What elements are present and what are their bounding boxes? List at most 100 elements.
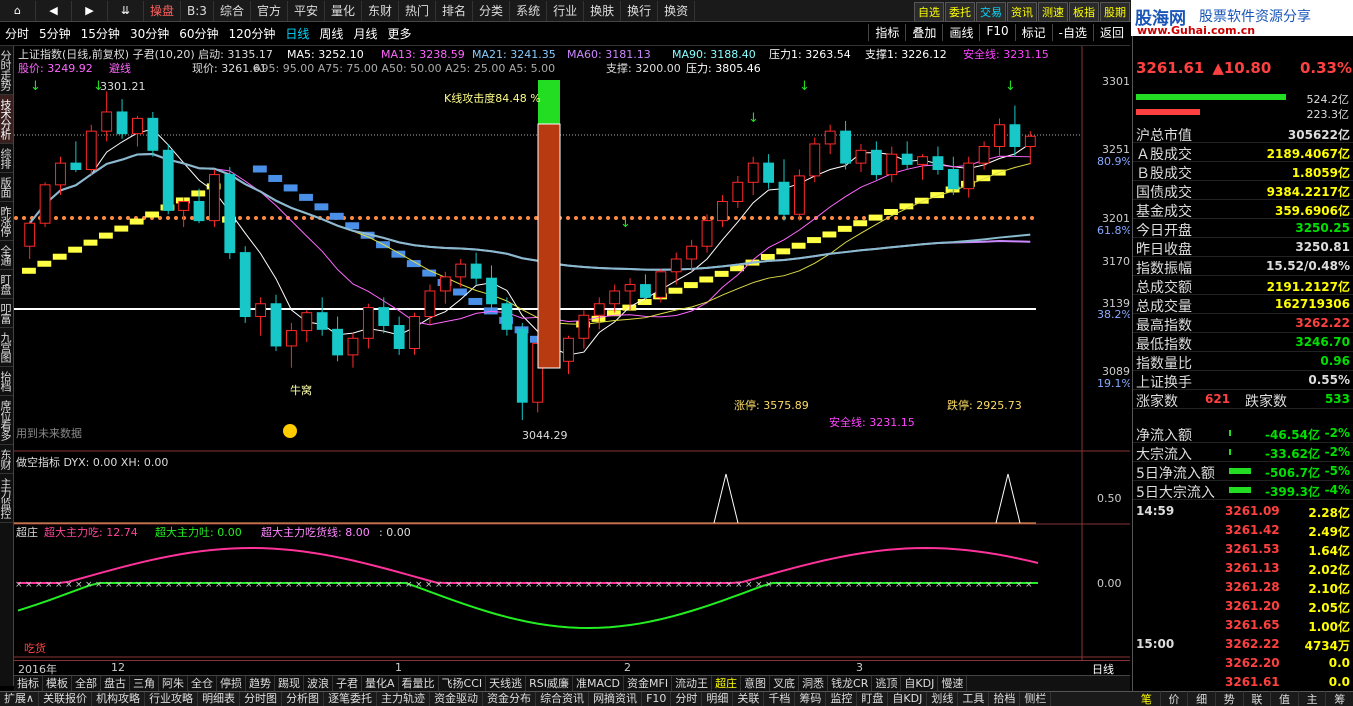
quote-panel-tab[interactable]: 笔 (1133, 691, 1161, 706)
indicator-tab[interactable]: 天线逃 (486, 676, 527, 691)
indicator-tab[interactable]: 全部 (72, 676, 101, 691)
period-more-button[interactable]: 更多 (382, 25, 416, 42)
bottom-bar-item[interactable]: 主力轨迹 (377, 692, 431, 706)
quote-panel-tab[interactable]: 主 (1299, 691, 1327, 706)
quote-panel-tab[interactable]: 细 (1188, 691, 1216, 706)
back-button[interactable]: ◀ (36, 0, 72, 21)
indicator-tab[interactable]: 波浪 (304, 676, 333, 691)
indicator-tab[interactable]: 洞悉 (799, 676, 829, 691)
indicator-tab[interactable]: 全仓 (188, 676, 217, 691)
toolbar-item[interactable]: 分类 (473, 0, 511, 21)
trade-button[interactable]: 交易 (976, 2, 1006, 22)
toolbar-item[interactable]: 排名 (436, 0, 474, 21)
toolbar-item[interactable]: B:3 (181, 0, 214, 21)
toolbar-item[interactable]: 官方 (251, 0, 288, 21)
quote-panel-tab[interactable]: 值 (1271, 691, 1299, 706)
period-tab[interactable]: 120分钟 (224, 25, 281, 42)
indicator-tab[interactable]: 慢速 (938, 676, 968, 691)
watchlist-button[interactable]: 自选 (914, 2, 944, 22)
period-tab[interactable]: 5分钟 (34, 25, 76, 42)
left-tab[interactable]: 综排 (0, 144, 13, 173)
toolbar-item[interactable]: 行业 (547, 0, 585, 21)
indicator-tab[interactable]: 量化A (362, 676, 399, 691)
bottom-bar-item[interactable]: 自KDJ (888, 692, 928, 706)
left-tab[interactable]: 分时走势 (0, 46, 13, 95)
quote-panel-tab[interactable]: 价 (1161, 691, 1189, 706)
indicator-tab[interactable]: 看量比 (399, 676, 439, 691)
board-index-button[interactable]: 板指 (1069, 2, 1099, 22)
f10-button[interactable]: F10 (979, 24, 1014, 41)
left-tab[interactable]: 抬档 (0, 367, 13, 396)
remove-watchlist-button[interactable]: -自选 (1051, 24, 1093, 41)
left-tab[interactable]: 东财 (0, 445, 13, 474)
indicator-tab[interactable]: 子君 (333, 676, 362, 691)
period-tab[interactable]: 分时 (0, 25, 34, 42)
period-tab[interactable]: 15分钟 (76, 25, 125, 42)
left-tab-active[interactable]: 技术分析 (0, 95, 13, 144)
bottom-bar-item[interactable]: 综合资讯 (536, 692, 590, 706)
bottom-bar-item[interactable]: 明细 (702, 692, 734, 706)
indicator-tab[interactable]: RSI威廉 (526, 676, 574, 691)
toolbar-item[interactable]: 系统 (510, 0, 548, 21)
indicator-tab[interactable]: 意图 (741, 676, 771, 691)
left-tab[interactable]: 叩富 (0, 299, 13, 328)
left-tab[interactable]: 盯盘 (0, 270, 13, 299)
bottom-bar-item[interactable]: 筹码 (795, 692, 827, 706)
bottom-bar-item[interactable]: 资金分布 (483, 692, 537, 706)
bottom-bar-item[interactable]: 划线 (927, 692, 959, 706)
bottom-bar-item[interactable]: 盯盘 (857, 692, 889, 706)
indicator-tab[interactable]: 阿朱 (159, 676, 188, 691)
bottom-bar-item[interactable]: 侧栏 (1020, 692, 1052, 706)
toolbar-item[interactable]: 操盘 (144, 0, 182, 21)
bottom-bar-item[interactable]: F10 (642, 692, 672, 706)
indicator-tab[interactable]: 钱龙CR (828, 676, 873, 691)
bottom-bar-item[interactable]: 工具 (958, 692, 990, 706)
left-tab[interactable]: 全通 (0, 241, 13, 270)
indicator-tab[interactable]: 三角 (130, 676, 159, 691)
indicator-tab[interactable]: 资金MFI (624, 676, 673, 691)
left-tab[interactable]: 席位看多 (0, 396, 13, 445)
indicator-button[interactable]: 指标 (868, 24, 905, 41)
indicator-tab[interactable]: 准MACD (573, 676, 624, 691)
overlay-button[interactable]: 叠加 (905, 24, 942, 41)
left-tab[interactable]: 九宫图 (0, 328, 13, 367)
indicator-tab[interactable]: 自KDJ (901, 676, 939, 691)
indicator-tab[interactable]: 流动王 (672, 676, 713, 691)
period-tab[interactable]: 周线 (314, 25, 348, 42)
bottom-bar-item[interactable]: 分析图 (282, 692, 325, 706)
indicator-tab[interactable]: 盘古 (101, 676, 130, 691)
bottom-bar-item[interactable]: 逐笔委托 (324, 692, 378, 706)
bottom-bar-item[interactable]: 千档 (764, 692, 796, 706)
indicator-tab[interactable]: 踢现 (275, 676, 304, 691)
bottom-bar-item[interactable]: 网摘资讯 (589, 692, 643, 706)
return-button[interactable]: 返回 (1092, 24, 1130, 41)
period-tab[interactable]: 月线 (348, 25, 382, 42)
bottom-bar-item[interactable]: 关联报价 (39, 692, 93, 706)
mark-button[interactable]: 标记 (1014, 24, 1052, 41)
order-button[interactable]: 委托 (945, 2, 975, 22)
forward-button[interactable]: ▶ (72, 0, 108, 21)
toolbar-item[interactable]: 换行 (621, 0, 659, 21)
toolbar-item[interactable]: 综合 (214, 0, 251, 21)
left-tab[interactable]: 昨涨停 (0, 202, 13, 241)
chart-area[interactable]: 上证指数(日线,前复权) 子君(10,20) 启动: 3135.17 MA5: … (14, 46, 1130, 676)
home-button[interactable]: ⌂ (0, 0, 36, 21)
bottom-bar-item[interactable]: 扩展∧ (0, 692, 40, 706)
period-tab-active[interactable]: 日线 (280, 25, 314, 42)
bottom-bar-item[interactable]: 行业攻略 (145, 692, 199, 706)
quote-panel-tab[interactable]: 筹 (1326, 691, 1353, 706)
indicator-tab[interactable]: 指标 (14, 676, 43, 691)
toolbar-item[interactable]: 换肤 (584, 0, 622, 21)
futures-button[interactable]: 股期 (1100, 2, 1130, 22)
indicator-tab[interactable]: 叉底 (770, 676, 800, 691)
toolbar-item[interactable]: 平安 (288, 0, 325, 21)
toolbar-item[interactable]: 量化 (325, 0, 362, 21)
toolbar-item[interactable]: 东财 (362, 0, 400, 21)
speedtest-button[interactable]: 测速 (1038, 2, 1068, 22)
period-tab[interactable]: 60分钟 (174, 25, 223, 42)
bottom-bar-item[interactable]: 拾档 (989, 692, 1021, 706)
indicator-tab[interactable]: 模板 (43, 676, 72, 691)
bottom-bar-item[interactable]: 分时 (671, 692, 703, 706)
kline-chart[interactable]: 上证指数(日线,前复权) 子君(10,20) 启动: 3135.17 MA5: … (14, 46, 1130, 660)
news-button[interactable]: 资讯 (1007, 2, 1037, 22)
